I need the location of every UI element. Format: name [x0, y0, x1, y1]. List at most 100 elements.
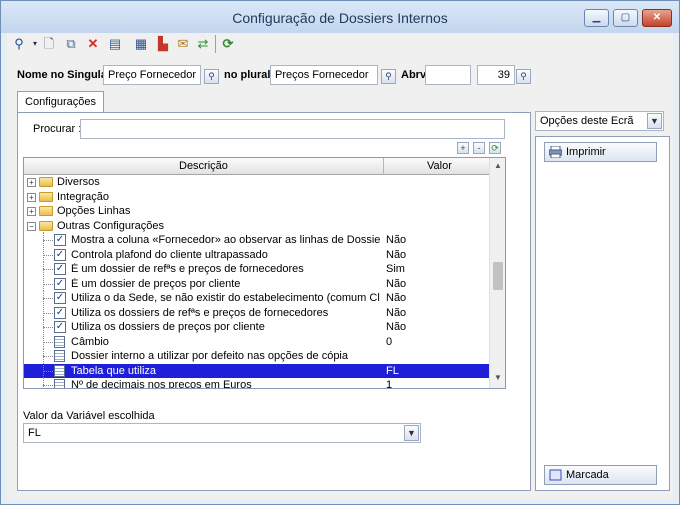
scroll-down-icon[interactable]: ▼: [490, 370, 505, 386]
row-description: Outras Configurações: [57, 219, 164, 232]
tree-group-row[interactable]: + Diversos: [24, 175, 489, 190]
table-icon[interactable]: ▦: [133, 36, 149, 52]
properties-icon[interactable]: ▤: [107, 36, 123, 52]
table-row[interactable]: ✓ Mostra a coluna «Fornecedor» ao observa…: [24, 232, 489, 248]
minimize-button[interactable]: ▁: [584, 9, 609, 27]
marked-icon: [549, 469, 562, 481]
refresh-grid-icon[interactable]: ⟳: [489, 142, 501, 154]
expand-icon[interactable]: +: [27, 192, 36, 202]
side-options-select[interactable]: Opções deste Ecrã ▼: [535, 111, 664, 131]
expand-icon[interactable]: +: [27, 207, 36, 216]
collapse-all-button[interactable]: -: [473, 142, 485, 154]
tree-connector: [43, 377, 44, 388]
folder-icon: [39, 177, 53, 187]
expand-icon[interactable]: +: [27, 178, 36, 187]
table-row[interactable]: Tabela que utiliza FL: [24, 362, 489, 378]
tree-connector: [43, 370, 53, 372]
plural-lookup-icon[interactable]: ⚲: [381, 69, 396, 84]
tree-connector: [43, 254, 53, 256]
title-bar[interactable]: Configuração de Dossiers Internos ▁ ▢ ✕: [1, 1, 679, 33]
window-title: Configuração de Dossiers Internos: [232, 10, 448, 26]
table-row[interactable]: ✓ Utiliza o da Sede, se não existir do es…: [24, 290, 489, 306]
refresh-icon[interactable]: ⇄: [195, 36, 211, 52]
table-row[interactable]: ✓ É um dossier de preços por cliente Não: [24, 275, 489, 291]
tab-configuracoes[interactable]: Configurações: [17, 91, 104, 113]
plural-input[interactable]: Preços Fornecedor: [270, 65, 378, 85]
print-label: Imprimir: [566, 146, 606, 158]
singular-lookup-icon[interactable]: ⚲: [204, 69, 219, 84]
chart-icon[interactable]: ▙: [155, 36, 171, 52]
close-button[interactable]: ✕: [642, 9, 672, 27]
tree-connector: [43, 298, 53, 299]
delete-icon[interactable]: ✕: [85, 36, 101, 52]
row-description: Utiliza os dossiers de preços por client…: [71, 321, 265, 333]
variable-select[interactable]: FL ▼: [23, 423, 421, 443]
row-description: Câmbio: [71, 335, 109, 348]
row-value: Não: [386, 292, 407, 304]
new-document-icon[interactable]: 🗋: [41, 36, 57, 52]
checkbox-icon: ✓: [54, 306, 66, 319]
tree-group-row[interactable]: + Opções Linhas: [24, 204, 489, 219]
table-row[interactable]: ✓ Controla plafond do cliente ultrapassad…: [24, 246, 489, 262]
main-window: Configuração de Dossiers Internos ▁ ▢ ✕ …: [0, 0, 680, 505]
row-description: Mostra a coluna «Fornecedor» ao observar…: [71, 234, 380, 246]
column-header-descricao[interactable]: Descrição: [179, 160, 228, 172]
number-input[interactable]: 39: [477, 65, 515, 85]
search-icon[interactable]: ⚲: [11, 36, 27, 52]
copy-icon[interactable]: ⧉: [63, 36, 79, 52]
plural-label: no plural: [224, 69, 271, 81]
chevron-down-icon[interactable]: ▼: [404, 425, 419, 441]
side-options-title: Opções deste Ecrã: [540, 115, 634, 127]
row-description: Utiliza os dossiers de refªs e preços de…: [71, 306, 329, 319]
tree-connector: [43, 341, 53, 343]
table-row[interactable]: ✓ É um dossier de refªs e preços de forne…: [24, 261, 489, 277]
tree-connector: [43, 385, 53, 386]
table-row[interactable]: Dossier interno a utilizar por defeito n…: [24, 348, 489, 364]
collapse-icon[interactable]: −: [27, 221, 36, 231]
tree-group-row[interactable]: + Integração: [24, 190, 489, 205]
row-description: Controla plafond do cliente ultrapassado: [71, 248, 268, 261]
singular-input[interactable]: Preço Fornecedor: [103, 65, 201, 85]
number-lookup-icon[interactable]: ⚲: [516, 69, 531, 84]
row-value: 0: [386, 335, 393, 348]
document-icon: [54, 379, 65, 388]
maximize-button[interactable]: ▢: [613, 9, 638, 27]
toolbar: ⚲ ▾ 🗋 ⧉ ✕ ▤ ▦ ▙ ✉ ⇄ ⟳: [7, 33, 673, 55]
tree-group-row[interactable]: − Outras Configurações: [24, 219, 489, 234]
scroll-up-icon[interactable]: ▲: [490, 158, 505, 174]
chevron-down-icon[interactable]: ▼: [647, 113, 662, 129]
column-header-valor[interactable]: Valor: [427, 160, 452, 172]
tree-connector: [43, 327, 53, 328]
table-row[interactable]: ✓ Utiliza os dossiers de preços por clien…: [24, 319, 489, 335]
print-icon: [548, 145, 563, 159]
table-row[interactable]: Câmbio 0: [24, 333, 489, 349]
scroll-thumb[interactable]: [493, 262, 503, 290]
client-area: ⚲ ▾ 🗋 ⧉ ✕ ▤ ▦ ▙ ✉ ⇄ ⟳ Nome no Singular P…: [7, 33, 673, 499]
search-input[interactable]: [80, 119, 505, 139]
row-value: Não: [386, 248, 407, 261]
tree-connector: [43, 312, 53, 314]
expand-all-button[interactable]: +: [457, 142, 469, 154]
row-description: É um dossier de preços por cliente: [71, 277, 241, 290]
print-button[interactable]: Imprimir: [544, 142, 657, 162]
variable-select-value: FL: [28, 427, 41, 439]
marked-label: Marcada: [566, 469, 609, 481]
search-label: Procurar :: [33, 123, 82, 135]
checkbox-icon: ✓: [54, 321, 66, 333]
checkbox-icon: ✓: [54, 292, 66, 304]
abrv-input[interactable]: [425, 65, 471, 85]
table-row[interactable]: ✓ Utiliza os dossiers de refªs e preços d…: [24, 304, 489, 320]
table-row[interactable]: Nº de decimais nos preços em Euros 1: [24, 377, 489, 388]
sync-icon[interactable]: ⟳: [220, 36, 236, 52]
checkbox-icon: ✓: [54, 248, 66, 261]
export-icon[interactable]: ✉: [175, 36, 191, 52]
row-description: É um dossier de refªs e preços de fornec…: [71, 263, 304, 275]
grid-scrollbar[interactable]: ▲ ▼: [489, 158, 505, 388]
row-description: Utiliza o da Sede, se não existir do est…: [71, 292, 380, 304]
grid-rows: + Diversos + Integração + Opções Linhas − Outra…: [24, 175, 489, 388]
checkbox-icon: ✓: [54, 277, 66, 290]
folder-icon: [39, 206, 53, 216]
folder-icon: [39, 191, 53, 202]
row-description: Tabela que utiliza: [71, 364, 157, 377]
marked-button[interactable]: Marcada: [544, 465, 657, 485]
